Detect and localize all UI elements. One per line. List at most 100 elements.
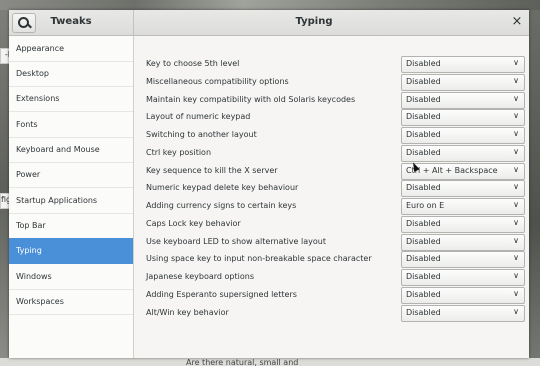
chevron-down-icon: ∨ (513, 307, 519, 316)
chevron-down-icon: ∨ (513, 76, 519, 85)
setting-dropdown[interactable]: Disabled ∨ (401, 234, 525, 251)
setting-dropdown[interactable]: Disabled ∨ (401, 127, 525, 144)
sidebar-item-keyboard-and-mouse[interactable]: Keyboard and Mouse (9, 137, 133, 163)
setting-dropdown[interactable]: Ctrl + Alt + Backspace ∨ (401, 163, 525, 180)
setting-row: Japanese keyboard options Disabled ∨ (134, 269, 529, 286)
setting-label: Layout of numeric keypad (146, 112, 251, 121)
dropdown-value: Disabled (406, 77, 441, 86)
sidebar-item-startup-applications[interactable]: Startup Applications (9, 188, 133, 214)
setting-row: Layout of numeric keypad Disabled ∨ (134, 109, 529, 126)
dropdown-value: Disabled (406, 130, 441, 139)
setting-label: Switching to another layout (146, 130, 257, 139)
sidebar-item-extensions[interactable]: Extensions (9, 86, 133, 112)
setting-row: Maintain key compatibility with old Sola… (134, 92, 529, 109)
desktop-background-top (0, 0, 540, 10)
setting-dropdown[interactable]: Disabled ∨ (401, 56, 525, 73)
setting-dropdown[interactable]: Disabled ∨ (401, 269, 525, 286)
chevron-down-icon: ∨ (513, 111, 519, 120)
setting-label: Numeric keypad delete key behaviour (146, 183, 299, 192)
setting-dropdown[interactable]: Disabled ∨ (401, 145, 525, 162)
chevron-down-icon: ∨ (513, 94, 519, 103)
setting-label: Adding Esperanto supersigned letters (146, 290, 297, 299)
sidebar: Appearance Desktop Extensions Fonts Keyb… (9, 36, 134, 358)
sidebar-item-label: Desktop (16, 69, 49, 78)
setting-dropdown[interactable]: Euro on E ∨ (401, 198, 525, 215)
chevron-down-icon: ∨ (513, 58, 519, 67)
chevron-down-icon: ∨ (513, 165, 519, 174)
dropdown-value: Disabled (406, 308, 441, 317)
setting-row: Use keyboard LED to show alternative lay… (134, 234, 529, 251)
setting-label: Alt/Win key behavior (146, 308, 229, 317)
sidebar-item-label: Fonts (16, 120, 38, 129)
dropdown-value: Disabled (406, 148, 441, 157)
sidebar-item-label: Typing (16, 246, 42, 255)
setting-label: Use keyboard LED to show alternative lay… (146, 237, 326, 246)
setting-row: Numeric keypad delete key behaviour Disa… (134, 180, 529, 197)
dropdown-value: Disabled (406, 112, 441, 121)
setting-row: Alt/Win key behavior Disabled ∨ (134, 305, 529, 322)
setting-dropdown[interactable]: Disabled ∨ (401, 251, 525, 268)
setting-row: Switching to another layout Disabled ∨ (134, 127, 529, 144)
sidebar-item-typing[interactable]: Typing (9, 238, 133, 264)
sidebar-item-label: Appearance (16, 44, 65, 53)
sidebar-item-label: Windows (16, 272, 52, 281)
setting-dropdown[interactable]: Disabled ∨ (401, 216, 525, 233)
chevron-down-icon: ∨ (513, 200, 519, 209)
setting-label: Maintain key compatibility with old Sola… (146, 95, 356, 104)
dropdown-value: Euro on E (406, 201, 445, 210)
typing-settings-panel: Key to choose 5th level Disabled ∨ Miscel… (134, 36, 529, 358)
sidebar-item-label: Workspaces (16, 297, 64, 306)
setting-label: Using space key to input non-breakable s… (146, 254, 372, 263)
sidebar-item-top-bar[interactable]: Top Bar (9, 213, 133, 239)
chevron-down-icon: ∨ (513, 218, 519, 227)
close-button[interactable]: × (508, 13, 526, 31)
sidebar-item-windows[interactable]: Windows (9, 264, 133, 290)
sidebar-item-label: Startup Applications (16, 196, 98, 205)
setting-label: Key to choose 5th level (146, 59, 240, 68)
chevron-down-icon: ∨ (513, 182, 519, 191)
dropdown-value: Disabled (406, 219, 441, 228)
page-title: Typing (295, 16, 333, 27)
setting-dropdown[interactable]: Disabled ∨ (401, 92, 525, 109)
setting-dropdown[interactable]: Disabled ∨ (401, 287, 525, 304)
sidebar-item-workspaces[interactable]: Workspaces (9, 289, 133, 315)
sidebar-item-label: Top Bar (16, 221, 46, 230)
setting-row: Adding currency signs to certain keys Eu… (134, 198, 529, 215)
chevron-down-icon: ∨ (513, 271, 519, 280)
setting-label: Ctrl key position (146, 148, 212, 157)
app-title: Tweaks (50, 16, 92, 27)
setting-dropdown[interactable]: Disabled ∨ (401, 74, 525, 91)
setting-dropdown[interactable]: Disabled ∨ (401, 109, 525, 126)
setting-row: Key to choose 5th level Disabled ∨ (134, 56, 529, 73)
setting-label: Adding currency signs to certain keys (146, 201, 297, 210)
dropdown-value: Disabled (406, 272, 441, 281)
chevron-down-icon: ∨ (513, 289, 519, 298)
setting-dropdown[interactable]: Disabled ∨ (401, 305, 525, 322)
sidebar-item-fonts[interactable]: Fonts (9, 112, 133, 138)
setting-row: Adding Esperanto supersigned letters Dis… (134, 287, 529, 304)
setting-label: Miscellaneous compatibility options (146, 77, 289, 86)
setting-dropdown[interactable]: Disabled ∨ (401, 180, 525, 197)
dropdown-value: Disabled (406, 95, 441, 104)
chevron-down-icon: ∨ (513, 129, 519, 138)
header-bar: Tweaks Typing × (9, 10, 529, 36)
setting-row: Miscellaneous compatibility options Disa… (134, 74, 529, 91)
setting-label: Key sequence to kill the X server (146, 166, 278, 175)
background-window-bottom: Are there natural, small and (0, 358, 540, 366)
dropdown-value: Disabled (406, 183, 441, 192)
sidebar-item-power[interactable]: Power (9, 162, 133, 188)
dropdown-value: Disabled (406, 59, 441, 68)
sidebar-item-desktop[interactable]: Desktop (9, 61, 133, 87)
sidebar-item-label: Extensions (16, 94, 60, 103)
dropdown-value: Disabled (406, 237, 441, 246)
dropdown-value: Ctrl + Alt + Backspace (406, 166, 498, 175)
setting-row: Key sequence to kill the X server Ctrl +… (134, 163, 529, 180)
sidebar-item-label: Keyboard and Mouse (16, 145, 100, 154)
setting-label: Japanese keyboard options (146, 272, 254, 281)
sidebar-item-appearance[interactable]: Appearance (9, 36, 133, 62)
setting-label: Caps Lock key behavior (146, 219, 241, 228)
chevron-down-icon: ∨ (513, 236, 519, 245)
chevron-down-icon: ∨ (513, 253, 519, 262)
setting-row: Caps Lock key behavior Disabled ∨ (134, 216, 529, 233)
setting-row: Ctrl key position Disabled ∨ (134, 145, 529, 162)
